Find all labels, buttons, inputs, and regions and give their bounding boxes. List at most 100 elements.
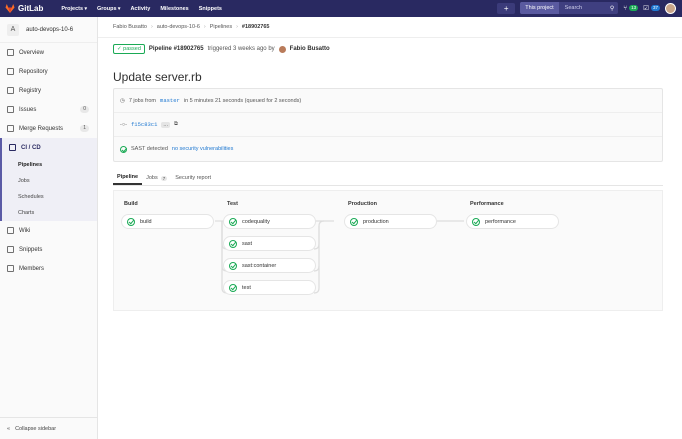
sidebar-item-merge-requests[interactable]: Merge Requests 1 [0,119,97,138]
search-input[interactable]: Search [559,5,610,11]
nav-milestones[interactable]: Milestones [160,6,188,12]
project-sidebar: A auto-devops-10-6 Overview Repository R… [0,17,98,439]
commit-row: -○- f15c83c1 ... ⧉ [114,113,662,137]
breadcrumb-project[interactable]: auto-devops-10-6 [157,24,200,30]
merge-request-icon: ⑂ [623,4,628,12]
job-test[interactable]: test [223,280,316,295]
job-label: build [140,218,152,225]
job-label: sast [242,240,253,247]
tab-security-report[interactable]: Security report [171,171,215,185]
main-nav: Projects Groups Activity Milestones Snip… [61,6,222,12]
todo-check-icon: ☑ [643,5,649,12]
sidebar-item-label: Issues [19,106,37,113]
issues-count: 0 [80,106,89,113]
job-label: test [242,284,251,291]
sast-link[interactable]: no security vulnerabilities [172,146,233,152]
job-sast[interactable]: sast [223,236,316,251]
sidebar-subitem-pipelines[interactable]: Pipelines [2,157,97,173]
nav-snippets[interactable]: Snippets [199,6,222,12]
jobs-summary-row: ◷ 7 jobs from master in 5 minutes 21 sec… [114,89,662,113]
sidebar-subitem-jobs[interactable]: Jobs [2,173,97,189]
home-icon [7,49,14,56]
job-performance[interactable]: performance [466,214,559,229]
author-avatar[interactable] [278,45,286,53]
expand-commit-button[interactable]: ... [161,121,170,128]
sidebar-item-snippets[interactable]: Snippets [0,240,97,259]
job-build[interactable]: build [121,214,214,229]
breadcrumb-current[interactable]: #18902765 [242,24,270,30]
user-avatar[interactable] [665,2,676,14]
breadcrumb-separator: › [203,24,206,30]
sidebar-item-label: Members [19,265,45,272]
commit-icon: -○- [120,121,127,128]
search-icon: ⚲ [609,5,615,12]
sidebar-item-issues[interactable]: Issues 0 [0,100,97,119]
sidebar-item-label: Registry [19,87,42,94]
tab-label: Pipeline [117,174,139,180]
job-label: codequality [242,218,270,225]
sidebar-project[interactable]: A auto-devops-10-6 [0,17,97,43]
sast-row: SAST detected no security vulnerabilitie… [114,137,662,161]
sidebar-subitem-charts[interactable]: Charts [2,205,97,221]
gitlab-logo[interactable]: GitLab [5,4,43,13]
author-name[interactable]: Fabio Busatto [290,46,330,52]
sidebar-item-wiki[interactable]: Wiki [0,221,97,240]
sidebar-item-registry[interactable]: Registry [0,81,97,100]
branch-link[interactable]: master [160,97,180,104]
merge-request-icon [7,125,14,132]
nav-groups[interactable]: Groups [97,6,120,12]
new-item-button[interactable]: + [497,2,516,14]
status-badge[interactable]: ✓ passed [113,44,145,54]
scissors-icon [7,246,14,253]
job-codequality[interactable]: codequality [223,214,316,229]
check-circle-icon [127,217,135,226]
rocket-icon [9,144,16,151]
job-production[interactable]: production [344,214,437,229]
sidebar-item-cicd[interactable]: CI / CD [0,138,97,157]
todos-shortcut[interactable]: ☑ 37 [643,4,660,12]
book-icon [7,227,14,234]
collapse-sidebar-button[interactable]: « Collapse sidebar [0,417,97,439]
project-avatar: A [7,23,19,36]
job-label: performance [485,218,516,225]
sidebar-subitem-schedules[interactable]: Schedules [2,189,97,205]
breadcrumb-pipelines[interactable]: Pipelines [210,24,232,30]
commit-sha-link[interactable]: f15c83c1 [131,121,157,128]
status-label: passed [123,46,141,52]
job-label: sast:container [242,262,277,269]
pipeline-graph: Build Test Production Performance build … [113,190,663,311]
search-box[interactable]: This project Search ⚲ [520,2,619,14]
check-circle-icon [120,145,127,153]
pipeline-header: ✓ passed Pipeline #18902765 triggered 3 … [113,44,330,54]
triggered-text: triggered 3 weeks ago by [207,46,275,52]
check-circle-icon [229,239,237,248]
plus-icon: + [503,3,509,13]
breadcrumb-user[interactable]: Fabio Busatto [113,24,147,30]
jobs-summary-suffix: in 5 minutes 21 seconds (queued for 2 se… [183,97,302,104]
main-content: Fabio Busatto › auto-devops-10-6 › Pipelin… [98,17,682,439]
sidebar-item-overview[interactable]: Overview [0,43,97,62]
jobs-count-badge: 7 [160,175,168,181]
project-name: auto-devops-10-6 [26,26,74,33]
collapse-label: Collapse sidebar [15,425,57,432]
sidebar-item-label: Overview [19,49,45,56]
stage-connectors [215,220,464,294]
job-sast-container[interactable]: sast:container [223,258,316,273]
nav-activity[interactable]: Activity [130,6,150,12]
nav-projects[interactable]: Projects [61,6,87,12]
todos-count-badge: 37 [650,5,660,11]
merge-requests-shortcut[interactable]: ⑂ 13 [623,4,639,12]
sidebar-item-repository[interactable]: Repository [0,62,97,81]
gitlab-fox-icon [5,4,15,13]
users-icon [7,265,14,272]
sidebar-item-members[interactable]: Members [0,259,97,278]
sidebar-item-label: Merge Requests [19,125,64,132]
search-scope[interactable]: This project [520,2,559,14]
stage-title-performance: Performance [470,201,504,207]
stage-title-test: Test [227,201,238,207]
copy-icon[interactable]: ⧉ [174,121,178,128]
jobs-summary-prefix: 7 jobs from [128,97,157,104]
tab-pipeline[interactable]: Pipeline [113,171,143,185]
pipeline-info-box: ◷ 7 jobs from master in 5 minutes 21 sec… [113,88,663,162]
tab-jobs[interactable]: Jobs 7 [142,171,171,185]
